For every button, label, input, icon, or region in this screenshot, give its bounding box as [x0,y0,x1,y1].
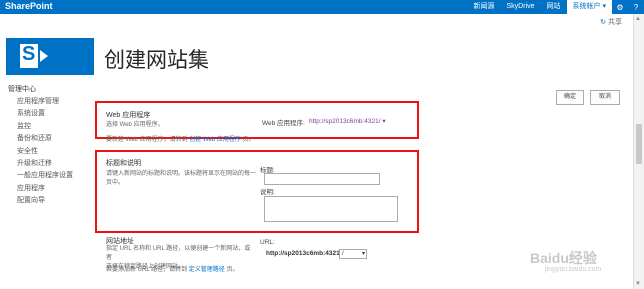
url-base: http://sp2013c6mb:4321 [266,250,340,257]
webapp-section-title: Web 应用程序 [106,112,151,119]
logo-arrow [40,50,48,62]
gear-icon[interactable]: ⚙ [612,3,628,12]
link-newsfeed[interactable]: 新闻源 [468,0,501,14]
cancel-button[interactable]: 取消 [590,90,620,105]
quicklaunch-item-upgrade[interactable]: 升级和迁移 [8,158,98,170]
info-icon[interactable]: i [192,56,201,65]
link-sites[interactable]: 网站 [541,0,567,14]
webapp-hint-prefix: 要新建 Web 应用程序，请转到 [106,137,188,143]
top-nav: 新闻源 SkyDrive 网站 系统帐户 ▾ ⚙ ? [468,0,644,14]
watermark-url: jingyan.baidu.com [545,266,602,273]
sharepoint-brand[interactable]: SharePoint [5,1,53,11]
account-menu[interactable]: 系统帐户 ▾ [566,0,612,14]
webapp-section-desc: 选择 Web 应用程序。 [106,122,164,128]
ok-button[interactable]: 确定 [556,90,584,105]
webapp-value: http://sp2013c6mb:4321/ [309,118,381,125]
webapp-hint: 要新建 Web 应用程序，请转到 创建 Web 应用程序 页。 [106,136,255,145]
share-button[interactable]: ↻ 共享 [600,17,622,27]
logo-letter: S [22,43,36,65]
scroll-down-icon[interactable]: ▼ [635,281,641,287]
share-icon: ↻ [600,19,607,26]
create-webapp-link[interactable]: 创建 Web 应用程序 [189,137,241,143]
chevron-down-icon: ▾ [361,251,365,257]
url-path-select[interactable]: / ▾ [339,249,367,259]
share-label: 共享 [608,19,622,26]
webapp-selector[interactable]: http://sp2013c6mb:4321/ ▾ [309,117,386,125]
quicklaunch-item-apps[interactable]: 应用程序 [8,183,98,195]
titledesc-desc-line1: 请键入新网站的标题和说明。该标题将显示在网站的每一 [106,171,257,177]
quicklaunch-header[interactable]: 管理中心 [8,84,98,94]
titledesc-section-desc: 请键入新网站的标题和说明。该标题将显示在网站的每一 页中。 [106,170,256,188]
url-desc-line1: 指定 URL 名称和 URL 路径，以便创建一个新网站，或者 [106,246,251,261]
define-managed-paths-link[interactable]: 定义管理路径 [189,267,225,273]
chevron-down-icon: ▾ [382,118,386,125]
quicklaunch-item-monitoring[interactable]: 监控 [8,121,98,133]
title-input[interactable] [264,173,380,185]
scroll-thumb[interactable] [636,124,642,164]
sharepoint-logo[interactable]: S [6,38,94,75]
url-hint-suffix: 页。 [226,267,239,273]
titledesc-section-title: 标题和说明 [106,160,141,167]
quicklaunch-item-app-management[interactable]: 应用程序管理 [8,96,98,108]
quicklaunch-item-security[interactable]: 安全性 [8,146,98,158]
vertical-scrollbar[interactable]: ▲ ▼ [633,14,644,289]
quicklaunch-item-system-settings[interactable]: 系统设置 [8,108,98,120]
link-skydrive[interactable]: SkyDrive [501,0,541,14]
scroll-up-icon[interactable]: ▲ [635,16,641,22]
quick-launch: 管理中心 应用程序管理 系统设置 监控 备份和还原 安全性 升级和迁移 一般应用… [8,84,98,208]
suite-bar: SharePoint 新闻源 SkyDrive 网站 系统帐户 ▾ ⚙ ? [0,0,644,14]
url-label: URL: [260,239,275,246]
description-textarea[interactable] [264,196,398,222]
description-label: 说明: [260,189,275,196]
titledesc-desc-line2: 页中。 [106,180,125,186]
url-hint: 若要添加新 URL 路径，请转到 定义管理路径 页。 [106,266,239,275]
webapp-hint-suffix: 页。 [242,137,255,143]
url-hint-prefix: 若要添加新 URL 路径，请转到 [106,267,188,273]
quicklaunch-item-wizards[interactable]: 配置向导 [8,195,98,207]
watermark: Baidu经验 [530,250,597,266]
webapp-label: Web 应用程序: [262,120,305,127]
quicklaunch-item-general-settings[interactable]: 一般应用程序设置 [8,170,98,182]
help-icon[interactable]: ? [628,3,644,12]
url-path-value: / [342,251,344,257]
quicklaunch-item-backup[interactable]: 备份和还原 [8,133,98,145]
